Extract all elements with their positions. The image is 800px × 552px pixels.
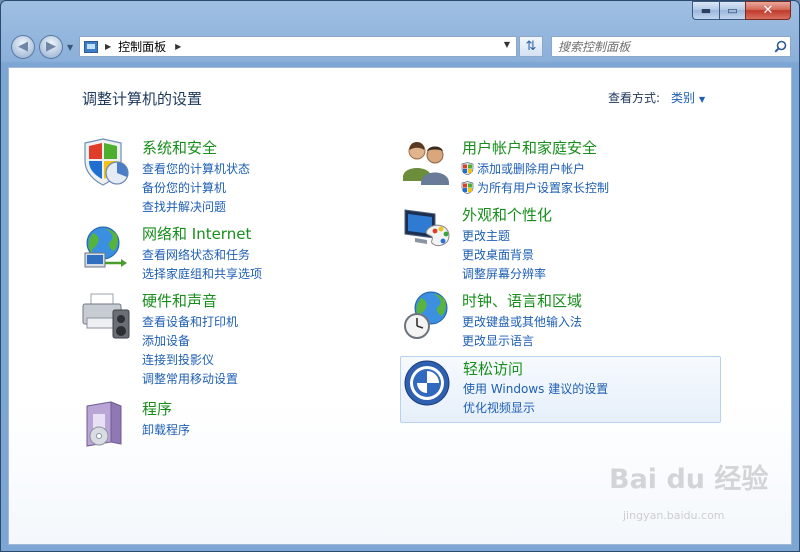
refresh-button[interactable]: ⇅ [519,36,543,57]
category-title[interactable]: 系统和安全 [142,137,217,158]
monitor-palette-icon[interactable] [401,204,453,254]
link-mobility-settings[interactable]: 调整常用移动设置 [142,370,238,387]
baidu-watermark: Bai du 经验 [609,464,769,495]
view-by-dropdown[interactable]: 类别 ▼ [671,89,705,106]
category-programs: 程序 卸载程序 [81,398,341,448]
view-by-label: 查看方式: [608,91,661,105]
maximize-button[interactable]: ▭ [719,1,745,20]
link-windows-recommended-settings[interactable]: 使用 Windows 建议的设置 [463,380,608,397]
minimize-button[interactable]: ▬ [692,1,719,20]
category-clock-language-region: 时钟、语言和区域 更改键盘或其他输入法 更改显示语言 [401,290,661,349]
navigation-toolbar: ◀ ▶ ▼ ▶ 控制面板 ▶ ▼ ⇅ [1,30,799,62]
search-input[interactable] [552,38,770,55]
link-add-device[interactable]: 添加设备 [142,332,190,349]
category-title[interactable]: 轻松访问 [463,358,523,379]
link-network-status[interactable]: 查看网络状态和任务 [142,246,250,263]
clock-globe-icon[interactable] [401,290,453,340]
control-panel-icon [84,40,98,53]
category-hardware-sound: 硬件和声音 查看设备和打印机 添加设备 连接到投影仪 调整常用移动设置 [81,290,341,387]
network-globe-icon[interactable] [81,223,133,273]
link-optimize-video-display[interactable]: 优化视频显示 [463,399,535,416]
programs-box-icon[interactable] [81,398,133,448]
category-title[interactable]: 硬件和声音 [142,290,217,311]
link-backup-computer[interactable]: 备份您的计算机 [142,179,226,196]
link-label[interactable]: 添加或删除用户帐户 [477,162,585,176]
link-change-input-method[interactable]: 更改键盘或其他输入法 [462,313,582,330]
link-add-remove-accounts[interactable]: 添加或删除用户帐户 [461,160,585,177]
category-system-security: 系统和安全 查看您的计算机状态 备份您的计算机 查找并解决问题 [81,137,341,215]
link-view-computer-status[interactable]: 查看您的计算机状态 [142,160,250,177]
printer-speaker-icon[interactable] [81,290,133,340]
link-homegroup-sharing[interactable]: 选择家庭组和共享选项 [142,265,262,282]
category-network-internet: 网络和 Internet 查看网络状态和任务 选择家庭组和共享选项 [81,223,341,282]
page-title: 调整计算机的设置 [82,90,203,108]
view-by-value[interactable]: 类别 [671,91,695,105]
ease-of-access-icon[interactable] [403,359,455,409]
link-connect-projector[interactable]: 连接到投影仪 [142,351,214,368]
link-change-display-language[interactable]: 更改显示语言 [462,332,534,349]
close-button[interactable]: ✕ [745,1,791,20]
link-troubleshoot[interactable]: 查找并解决问题 [142,198,226,215]
shield-pie-icon[interactable] [81,137,133,187]
link-uninstall-program[interactable]: 卸载程序 [142,421,190,438]
link-parental-controls[interactable]: 为所有用户设置家长控制 [461,179,609,196]
link-change-desktop-background[interactable]: 更改桌面背景 [462,246,534,263]
caption-buttons: ▬ ▭ ✕ [692,1,791,20]
users-icon[interactable] [401,137,453,187]
link-devices-printers[interactable]: 查看设备和打印机 [142,313,238,330]
category-ease-of-access[interactable]: 轻松访问 使用 Windows 建议的设置 优化视频显示 [400,356,721,423]
search-box[interactable] [551,36,791,57]
back-button[interactable]: ◀ [11,35,35,59]
breadcrumb-control-panel[interactable]: 控制面板 [118,38,166,55]
address-dropdown-icon[interactable]: ▼ [504,40,510,49]
link-change-theme[interactable]: 更改主题 [462,227,510,244]
category-appearance-personalization: 外观和个性化 更改主题 更改桌面背景 调整屏幕分辨率 [401,204,661,282]
category-title[interactable]: 时钟、语言和区域 [462,290,582,311]
chevron-down-icon[interactable]: ▼ [699,95,705,104]
address-bar[interactable]: ▶ 控制面板 ▶ ▼ [79,36,517,57]
recent-pages-dropdown[interactable]: ▼ [67,43,73,52]
category-user-accounts: 用户帐户和家庭安全 添加或删除用户帐户 为所有用户设置家长控制 [401,137,661,196]
category-title[interactable]: 网络和 Internet [142,223,251,244]
forward-button[interactable]: ▶ [39,35,63,59]
uac-shield-icon [461,181,474,194]
uac-shield-icon [461,162,474,175]
category-title[interactable]: 程序 [142,398,172,419]
link-label[interactable]: 为所有用户设置家长控制 [477,181,609,195]
category-title[interactable]: 用户帐户和家庭安全 [462,137,597,158]
category-title[interactable]: 外观和个性化 [462,204,552,225]
breadcrumb-expand-arrow[interactable]: ▶ [175,42,181,51]
control-panel-window: ▬ ▭ ✕ ◀ ▶ ▼ ▶ 控制面板 ▶ ▼ ⇅ 调整计算机的设置 查看方式: … [0,0,800,552]
link-adjust-resolution[interactable]: 调整屏幕分辨率 [462,265,546,282]
baidu-watermark-url: jingyan.baidu.com [623,509,725,522]
breadcrumb-separator[interactable]: ▶ [105,42,111,51]
search-icon[interactable] [770,40,790,53]
